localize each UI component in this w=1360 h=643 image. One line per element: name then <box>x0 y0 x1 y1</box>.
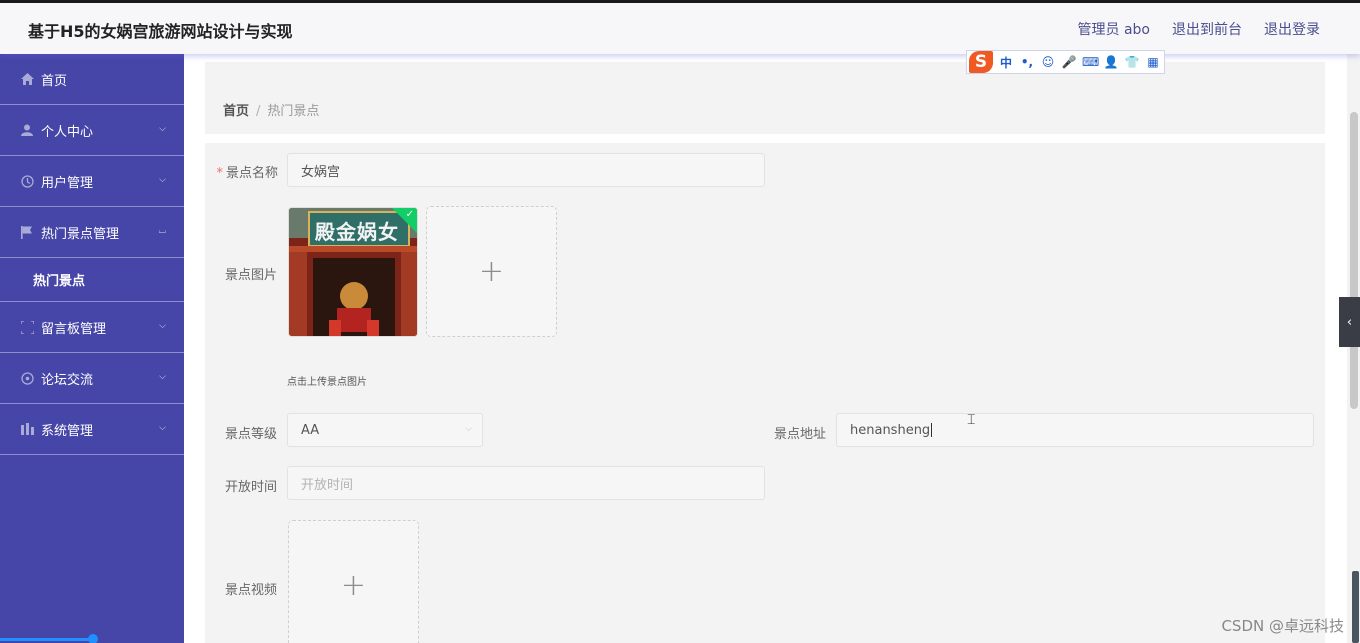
ime-skin-icon[interactable]: 👕 <box>1124 55 1140 69</box>
text-caret <box>931 423 933 437</box>
image-plaque-text: 殿金娲女 <box>315 220 399 244</box>
spot-name-input[interactable]: 女娲宫 <box>287 153 765 187</box>
sidebar-item-system[interactable]: 系统管理 ⌵ <box>0 404 184 455</box>
top-links: 管理员 abo 退出到前台 退出登录 <box>1078 19 1320 39</box>
plus-icon: + <box>340 568 367 603</box>
mouse-ibeam-cursor: ⌶ <box>967 412 976 428</box>
chevron-down-icon: ⌵ <box>159 124 166 134</box>
sidebar-item-label: 个人中心 <box>41 124 94 140</box>
home-icon <box>20 72 34 86</box>
ime-toolbox-icon[interactable]: ▦ <box>1145 55 1161 69</box>
image-upload-button[interactable]: + <box>426 206 557 337</box>
forum-icon <box>20 371 34 385</box>
mini-widget[interactable] <box>1352 571 1359 643</box>
open-time-input[interactable]: 开放时间 <box>287 466 765 500</box>
logout-link[interactable]: 退出登录 <box>1264 19 1320 39</box>
board-icon <box>20 320 34 334</box>
side-panel-toggle[interactable]: ‹ <box>1339 297 1360 347</box>
ime-keyboard-icon[interactable]: ⌨ <box>1082 55 1099 69</box>
scrollbar-thumb[interactable] <box>1350 112 1358 409</box>
sidebar-item-profile[interactable]: 个人中心 ⌵ <box>0 105 184 156</box>
sidebar: 首页 个人中心 ⌵ 用户管理 ⌵ 热门景点管理 ⌴ 热门景点 留言板管理 ⌵ 论… <box>0 54 184 643</box>
spot-form: * 景点名称 女娲宫 景点图片 殿金娲女 ✓ + 点击上传景点图片 景点等级 A… <box>205 143 1325 643</box>
breadcrumb-current: 热门景点 <box>267 104 320 119</box>
chevron-up-icon: ⌴ <box>158 226 166 236</box>
plus-icon: + <box>478 254 505 289</box>
chevron-down-icon: ⌵ <box>159 423 166 433</box>
flag-icon <box>20 225 34 239</box>
progress-dot <box>88 634 98 643</box>
ime-punctuation-icon[interactable]: •, <box>1019 55 1035 69</box>
chevron-down-icon: ⌵ <box>159 175 166 185</box>
sogou-logo-icon[interactable]: S <box>969 51 993 73</box>
breadcrumb-home[interactable]: 首页 <box>223 104 249 119</box>
chevron-down-icon: ⌵ <box>465 424 472 434</box>
sidebar-item-hot-spots[interactable]: 热门景点管理 ⌴ <box>0 207 184 258</box>
sidebar-item-home[interactable]: 首页 <box>0 54 184 105</box>
chevron-down-icon: ⌵ <box>159 372 166 382</box>
csdn-watermark: CSDN @卓远科技 <box>1221 617 1344 635</box>
sidebar-item-forum[interactable]: 论坛交流 ⌵ <box>0 353 184 404</box>
open-time-label: 开放时间 <box>224 480 277 495</box>
ime-user-icon[interactable]: 👤 <box>1103 55 1119 69</box>
user-icon <box>20 123 34 137</box>
uploaded-spot-image[interactable]: 殿金娲女 ✓ <box>288 207 418 337</box>
exit-to-front-link[interactable]: 退出到前台 <box>1172 19 1242 39</box>
sidebar-item-label: 论坛交流 <box>41 372 94 388</box>
sidebar-item-message-board[interactable]: 留言板管理 ⌵ <box>0 302 184 353</box>
spot-level-label: 景点等级 <box>224 427 277 442</box>
required-mark: * <box>216 166 223 181</box>
chevron-left-icon: ‹ <box>1346 314 1353 330</box>
spot-video-label: 景点视频 <box>224 583 277 598</box>
sidebar-subitem-hot-spots[interactable]: 热门景点 <box>0 258 184 302</box>
check-icon: ✓ <box>405 209 414 220</box>
sidebar-item-label: 系统管理 <box>41 423 94 439</box>
spot-address-input[interactable]: henansheng <box>836 413 1314 447</box>
sidebar-item-label: 用户管理 <box>41 175 94 191</box>
spot-image-label: 景点图片 <box>224 268 277 283</box>
main-content: 首页 / 热门景点 * 景点名称 女娲宫 景点图片 殿金娲女 ✓ + 点击上传景… <box>184 54 1347 643</box>
sidebar-item-label: 留言板管理 <box>41 321 107 337</box>
ime-emoji-icon[interactable]: ☺ <box>1040 55 1056 69</box>
image-upload-hint: 点击上传景点图片 <box>287 377 367 388</box>
progress-line <box>0 638 95 641</box>
chevron-down-icon: ⌵ <box>159 321 166 331</box>
spot-name-label: * 景点名称 <box>198 162 278 181</box>
system-icon <box>20 422 34 436</box>
spot-name-label-text: 景点名称 <box>225 166 278 181</box>
breadcrumb-separator: / <box>256 104 261 119</box>
sidebar-item-label: 首页 <box>41 73 68 89</box>
top-bar: 基于H5的女娲宫旅游网站设计与实现 管理员 abo 退出到前台 退出登录 <box>0 0 1360 54</box>
video-upload-button[interactable]: + <box>288 520 419 643</box>
page-scrollbar[interactable] <box>1347 54 1360 643</box>
spot-address-value: henansheng <box>850 422 931 438</box>
app-title: 基于H5的女娲宫旅游网站设计与实现 <box>28 22 293 41</box>
ime-toolbar[interactable]: S 中 •, ☺ 🎤 ⌨ 👤 👕 ▦ <box>966 50 1165 74</box>
admin-user-label[interactable]: 管理员 abo <box>1078 19 1150 39</box>
ime-chinese-mode[interactable]: 中 <box>998 54 1014 71</box>
breadcrumb: 首页 / 热门景点 <box>223 100 319 119</box>
spot-level-select[interactable]: AA ⌵ <box>287 413 483 447</box>
user-manage-icon <box>20 174 34 188</box>
ime-voice-icon[interactable]: 🎤 <box>1061 55 1077 69</box>
sidebar-item-label: 热门景点管理 <box>41 226 120 242</box>
sidebar-item-users[interactable]: 用户管理 ⌵ <box>0 156 184 207</box>
spot-level-value: AA <box>301 422 320 438</box>
spot-address-label: 景点地址 <box>773 427 826 442</box>
